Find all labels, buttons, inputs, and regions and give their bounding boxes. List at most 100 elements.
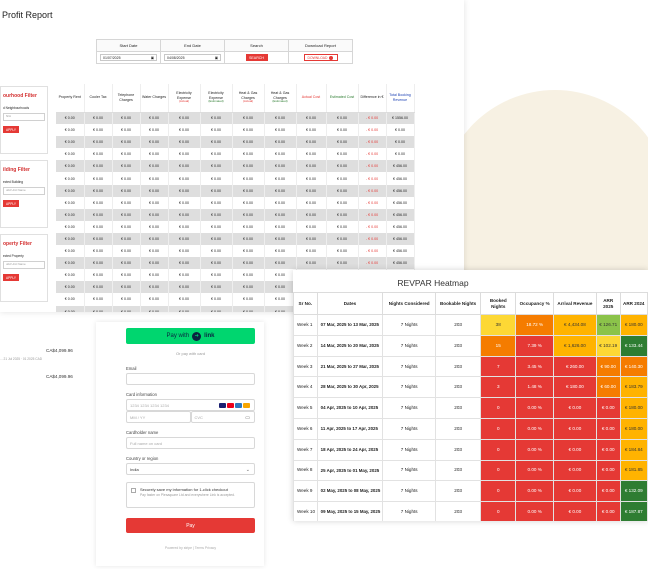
email-field[interactable] bbox=[126, 373, 255, 385]
table-row: € 0.00 € 0.00 € 0.00 € 0.00 € 0.00 € 0.00 € 0.… bbox=[56, 245, 415, 258]
heatmap-header: Sr No. bbox=[293, 292, 318, 315]
table-cell: € 0.00 bbox=[264, 112, 297, 125]
country-select[interactable]: India ⌄ bbox=[126, 463, 255, 475]
table-cell: € 0.00 bbox=[232, 112, 265, 125]
apply-button[interactable]: APPLY bbox=[3, 200, 19, 207]
nights-considered: 7 Nights bbox=[382, 480, 437, 503]
heatmap-table: Sr No. Dates Nights Considered Bookable Nig… bbox=[293, 292, 648, 521]
filter-title: ilding Filter bbox=[3, 167, 30, 173]
table-cell: € 0.00 bbox=[200, 281, 233, 294]
column-header: Estimated Cost bbox=[326, 84, 359, 113]
table-cell: € 0.00 bbox=[84, 124, 113, 137]
expiry-field[interactable]: MM / YY bbox=[126, 411, 191, 423]
heatmap-header: Dates bbox=[316, 292, 384, 315]
save-info-checkbox[interactable] bbox=[131, 488, 136, 493]
card-back-icon: ▭ bbox=[245, 415, 250, 421]
heatmap-row: Week 8 25 Apr, 2025 to 01 May, 2025 7 Nigh… bbox=[293, 459, 648, 482]
table-cell: € 0.00 bbox=[200, 293, 233, 306]
apply-button[interactable]: APPLY bbox=[3, 126, 19, 133]
column-header: Water Charges bbox=[140, 84, 169, 113]
table-cell: € 0.00 bbox=[326, 112, 359, 125]
amex-icon bbox=[235, 403, 242, 408]
end-date-input[interactable]: 04/08/2025 ▣ bbox=[164, 54, 221, 61]
table-cell: € 0.00 bbox=[140, 220, 169, 233]
column-subheader: (Estimated) bbox=[208, 99, 224, 104]
filter-input[interactable]: N/A bbox=[3, 113, 45, 121]
arrival-revenue: € 0.00 bbox=[552, 417, 597, 440]
table-cell: € 0.00 bbox=[140, 124, 169, 137]
table-cell: € 0.00 bbox=[232, 208, 265, 221]
apply-button[interactable]: APPLY bbox=[3, 274, 19, 281]
payment-form: Pay with ➜ link Or pay with card Email C… bbox=[96, 322, 264, 566]
table-cell: € 0.00 bbox=[56, 305, 85, 312]
booked-nights: 0 bbox=[480, 501, 517, 521]
table-cell: € 0.00 bbox=[168, 269, 201, 282]
table-cell: - € 0.00 bbox=[358, 136, 387, 149]
pay-button[interactable]: Pay bbox=[126, 518, 255, 533]
arrow-circle-icon bbox=[329, 55, 334, 60]
table-cell: € 0.00 bbox=[84, 184, 113, 197]
table-cell: € 0.00 bbox=[232, 232, 265, 246]
filter-input[interactable]: uild Unit Name bbox=[3, 187, 45, 195]
table-cell: € 0.00 bbox=[296, 136, 327, 149]
cardholder-field[interactable]: Full name on card bbox=[126, 437, 255, 449]
table-cell: € 456.00 bbox=[386, 184, 415, 197]
column-header: Total Booking Revenue bbox=[386, 84, 415, 113]
table-cell: € 0.00 bbox=[232, 172, 265, 185]
pay-with-link-button[interactable]: Pay with ➜ link bbox=[126, 328, 255, 344]
table-cell: € 0.00 bbox=[264, 136, 297, 149]
table-cell: - € 0.00 bbox=[358, 160, 387, 173]
column-header: Cooler Tax bbox=[84, 84, 113, 113]
table-cell: € 0.00 bbox=[84, 305, 113, 312]
filter-input[interactable]: uild Unit Name bbox=[3, 261, 45, 269]
table-cell: € 0.00 bbox=[296, 232, 327, 246]
table-cell: € 0.00 bbox=[140, 136, 169, 149]
table-cell: € 0.00 bbox=[200, 160, 233, 173]
table-cell: € 0.00 bbox=[168, 208, 201, 221]
search-button[interactable]: SEARCH bbox=[245, 54, 268, 61]
table-cell: € 0.00 bbox=[386, 124, 415, 137]
occupancy-cell: 0.00 % bbox=[515, 480, 554, 503]
table-cell: € 0.00 bbox=[56, 196, 85, 209]
table-cell: € 0.00 bbox=[140, 148, 169, 161]
booked-nights: 15 bbox=[480, 334, 517, 357]
heatmap-header: Nights Considered bbox=[382, 292, 437, 315]
table-cell: € 0.00 bbox=[112, 232, 141, 246]
nights-considered: 7 Nights bbox=[382, 314, 437, 336]
nights-considered: 7 Nights bbox=[382, 459, 437, 482]
arr-2024: € 133.44 bbox=[619, 334, 648, 357]
table-cell: € 0.00 bbox=[112, 208, 141, 221]
arr-2024: € 183.79 bbox=[619, 376, 648, 399]
visa-icon bbox=[219, 403, 226, 408]
card-number-field[interactable]: 1234 1234 1234 1234 bbox=[126, 399, 255, 411]
booked-nights: 0 bbox=[480, 459, 517, 482]
revpar-heatmap-panel: REVPAR Heatmap Sr No. Dates Nights Conside… bbox=[293, 270, 648, 521]
table-cell: € 0.00 bbox=[140, 281, 169, 294]
cvc-field[interactable]: CVC ▭ bbox=[190, 411, 255, 423]
or-pay-with-card: Or pay with card bbox=[175, 351, 206, 356]
chevron-down-icon: ⌄ bbox=[245, 467, 250, 473]
table-cell: - € 0.00 bbox=[358, 196, 387, 209]
column-header: Actual Cost bbox=[296, 84, 327, 113]
week-label: Week 2 bbox=[293, 334, 318, 357]
table-cell: € 0.00 bbox=[232, 245, 265, 258]
end-date-label: End Date bbox=[160, 39, 225, 52]
mastercard-icon bbox=[227, 403, 234, 408]
table-cell: € 0.00 bbox=[112, 112, 141, 125]
start-date-input[interactable]: 01/07/2025 ▣ bbox=[100, 54, 157, 61]
save-info-option[interactable]: Securely save my information for 1-click… bbox=[126, 482, 255, 508]
week-label: Week 6 bbox=[293, 417, 318, 440]
table-cell: - € 0.00 bbox=[358, 257, 387, 270]
table-cell: € 456.00 bbox=[386, 172, 415, 185]
download-button[interactable]: DOWNLOAD bbox=[303, 54, 338, 61]
booked-nights: 7 bbox=[480, 355, 517, 378]
table-cell: € 0.00 bbox=[84, 269, 113, 282]
table-cell: € 0.00 bbox=[326, 232, 359, 246]
column-header: Difference in € bbox=[358, 84, 387, 113]
table-cell: € 0.00 bbox=[386, 136, 415, 149]
table-cell: € 0.00 bbox=[200, 196, 233, 209]
filter-sidebar: ourhood Filter d Neighbourhoods N/A APPLY il… bbox=[0, 86, 48, 308]
table-cell: € 0.00 bbox=[232, 148, 265, 161]
nights-considered: 7 Nights bbox=[382, 417, 437, 440]
table-cell: € 0.00 bbox=[112, 293, 141, 306]
